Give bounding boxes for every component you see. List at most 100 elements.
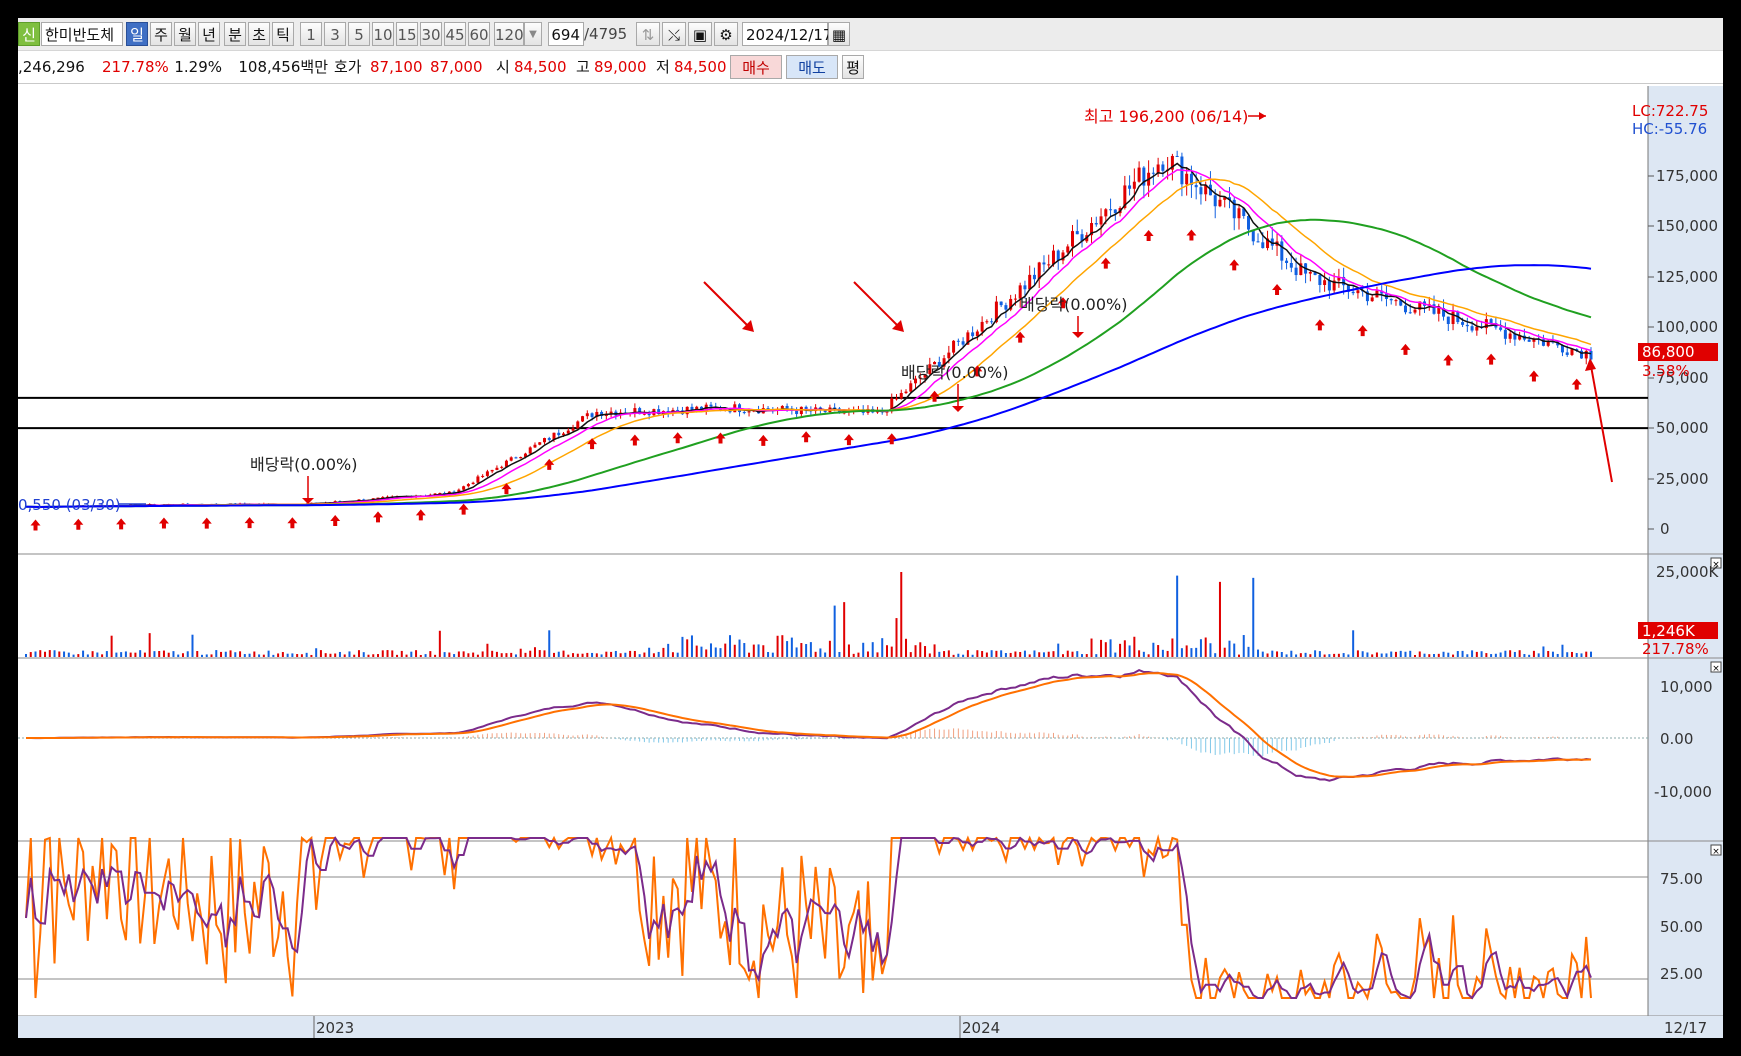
volume-bar: [1009, 652, 1012, 657]
volume-bar: [629, 650, 632, 657]
volume-bar: [1233, 643, 1236, 657]
volume-bar: [909, 652, 912, 657]
period-year-button[interactable]: 년: [198, 22, 220, 46]
volume-bar: [77, 654, 80, 657]
interval-5-button[interactable]: 5: [348, 22, 370, 46]
interval-30-button[interactable]: 30: [420, 22, 442, 46]
dividend-label: 배당락(0.00%): [901, 363, 1008, 382]
stoch-panel-close-icon[interactable]: ×: [1710, 844, 1722, 857]
candle-body: [1413, 309, 1417, 313]
volume-bar: [410, 651, 413, 657]
time-label-2024: 2024: [962, 1019, 1000, 1037]
volume-bar: [115, 652, 118, 657]
period-second-button[interactable]: 초: [248, 22, 270, 46]
volume-bar: [743, 643, 746, 657]
volume-bar: [695, 645, 698, 657]
volume-bar: [353, 654, 356, 657]
candle-body: [1109, 209, 1113, 211]
interval-1-button[interactable]: 1: [300, 22, 322, 46]
settings-button[interactable]: ⚙: [714, 22, 738, 46]
interval-10-button[interactable]: 10: [372, 22, 394, 46]
volume-bar: [1523, 654, 1526, 657]
volume-bar: [919, 642, 922, 657]
volume-bar: [177, 654, 180, 657]
volume-bar: [881, 638, 884, 657]
hc-indicator: HC:-55.76: [1632, 120, 1707, 138]
volume-bar: [1342, 653, 1345, 657]
candle-body: [1137, 167, 1141, 182]
volume-bar: [581, 653, 584, 657]
stoch-tick-50: 50.00: [1660, 918, 1703, 936]
volume-bar: [1532, 650, 1535, 657]
volume-bar: [557, 651, 560, 657]
candle-body: [1151, 172, 1155, 174]
candle-body: [1032, 274, 1036, 280]
volume-bar: [224, 651, 227, 657]
volume-bar: [805, 644, 808, 657]
volume-bar: [419, 654, 422, 657]
volume-bar: [971, 654, 974, 657]
candle-body: [585, 413, 589, 417]
dividend-label: 배당락(0.00%): [1020, 295, 1127, 314]
save-button[interactable]: ▣: [688, 22, 712, 46]
volume-bar: [1052, 651, 1055, 657]
candle-body: [1527, 339, 1531, 342]
volume-bar: [1452, 654, 1455, 657]
buy-button[interactable]: 매수: [730, 55, 782, 79]
macd-tick-0: 0.00: [1660, 730, 1693, 748]
volume-bar: [1033, 650, 1036, 657]
interval-dropdown-button[interactable]: ▼: [524, 22, 542, 46]
draw-tools-button[interactable]: ⤯: [662, 22, 686, 46]
volume-bar: [396, 654, 399, 657]
volume-bar: [752, 644, 755, 657]
interval-3-button[interactable]: 3: [324, 22, 346, 46]
count-input[interactable]: 694: [548, 22, 584, 46]
candle-body: [795, 410, 799, 415]
volume-bar: [205, 654, 208, 657]
macd-panel-close-icon[interactable]: ×: [1710, 661, 1722, 674]
volume-bar: [167, 652, 170, 657]
period-month-button[interactable]: 월: [174, 22, 196, 46]
volume-bar: [952, 654, 955, 657]
period-week-button[interactable]: 주: [150, 22, 172, 46]
average-button[interactable]: 평: [842, 55, 864, 79]
volume-bar: [605, 651, 608, 657]
volume-bar: [1261, 651, 1264, 657]
new-badge[interactable]: 신: [18, 22, 40, 46]
volume-bar: [63, 651, 66, 657]
volume-bar: [82, 650, 85, 657]
volume-bar: [1518, 650, 1521, 657]
volume-bar: [600, 654, 603, 657]
volume-bar: [39, 650, 42, 657]
volume-bar: [1347, 654, 1350, 657]
volume-bar: [1271, 650, 1274, 657]
period-tick-button[interactable]: 틱: [272, 22, 294, 46]
period-day-button[interactable]: 일: [126, 22, 148, 46]
volume-bar: [1390, 651, 1393, 657]
date-input[interactable]: 2024/12/17: [742, 22, 832, 46]
chart-area[interactable]: × × × 175,000 150,000 125,000 100,000 75…: [18, 86, 1723, 1038]
volume-bar: [281, 652, 284, 657]
sell-button[interactable]: 매도: [786, 55, 838, 79]
stock-name-field[interactable]: 한미반도체: [41, 22, 123, 46]
volume-bar: [1180, 648, 1183, 657]
volume-bar: [334, 653, 337, 657]
time-last-date: 12/17: [1664, 1019, 1707, 1037]
volume-bar: [148, 633, 151, 657]
volume-bar: [814, 651, 817, 657]
period-minute-button[interactable]: 분: [224, 22, 246, 46]
volume-bar: [158, 651, 161, 657]
candle-body: [509, 457, 513, 461]
volume-bar: [1081, 654, 1084, 657]
interval-45-button[interactable]: 45: [444, 22, 466, 46]
calendar-button[interactable]: ▦: [828, 22, 850, 46]
save-icon: ▣: [692, 26, 708, 44]
volume-bar: [1028, 654, 1031, 657]
volume-bar: [1528, 654, 1531, 657]
candle-body: [961, 341, 965, 345]
interval-120-button[interactable]: 120: [494, 22, 524, 46]
volume-bar: [1276, 651, 1279, 657]
compare-button[interactable]: ⇅: [636, 22, 660, 46]
interval-15-button[interactable]: 15: [396, 22, 418, 46]
interval-60-button[interactable]: 60: [468, 22, 490, 46]
